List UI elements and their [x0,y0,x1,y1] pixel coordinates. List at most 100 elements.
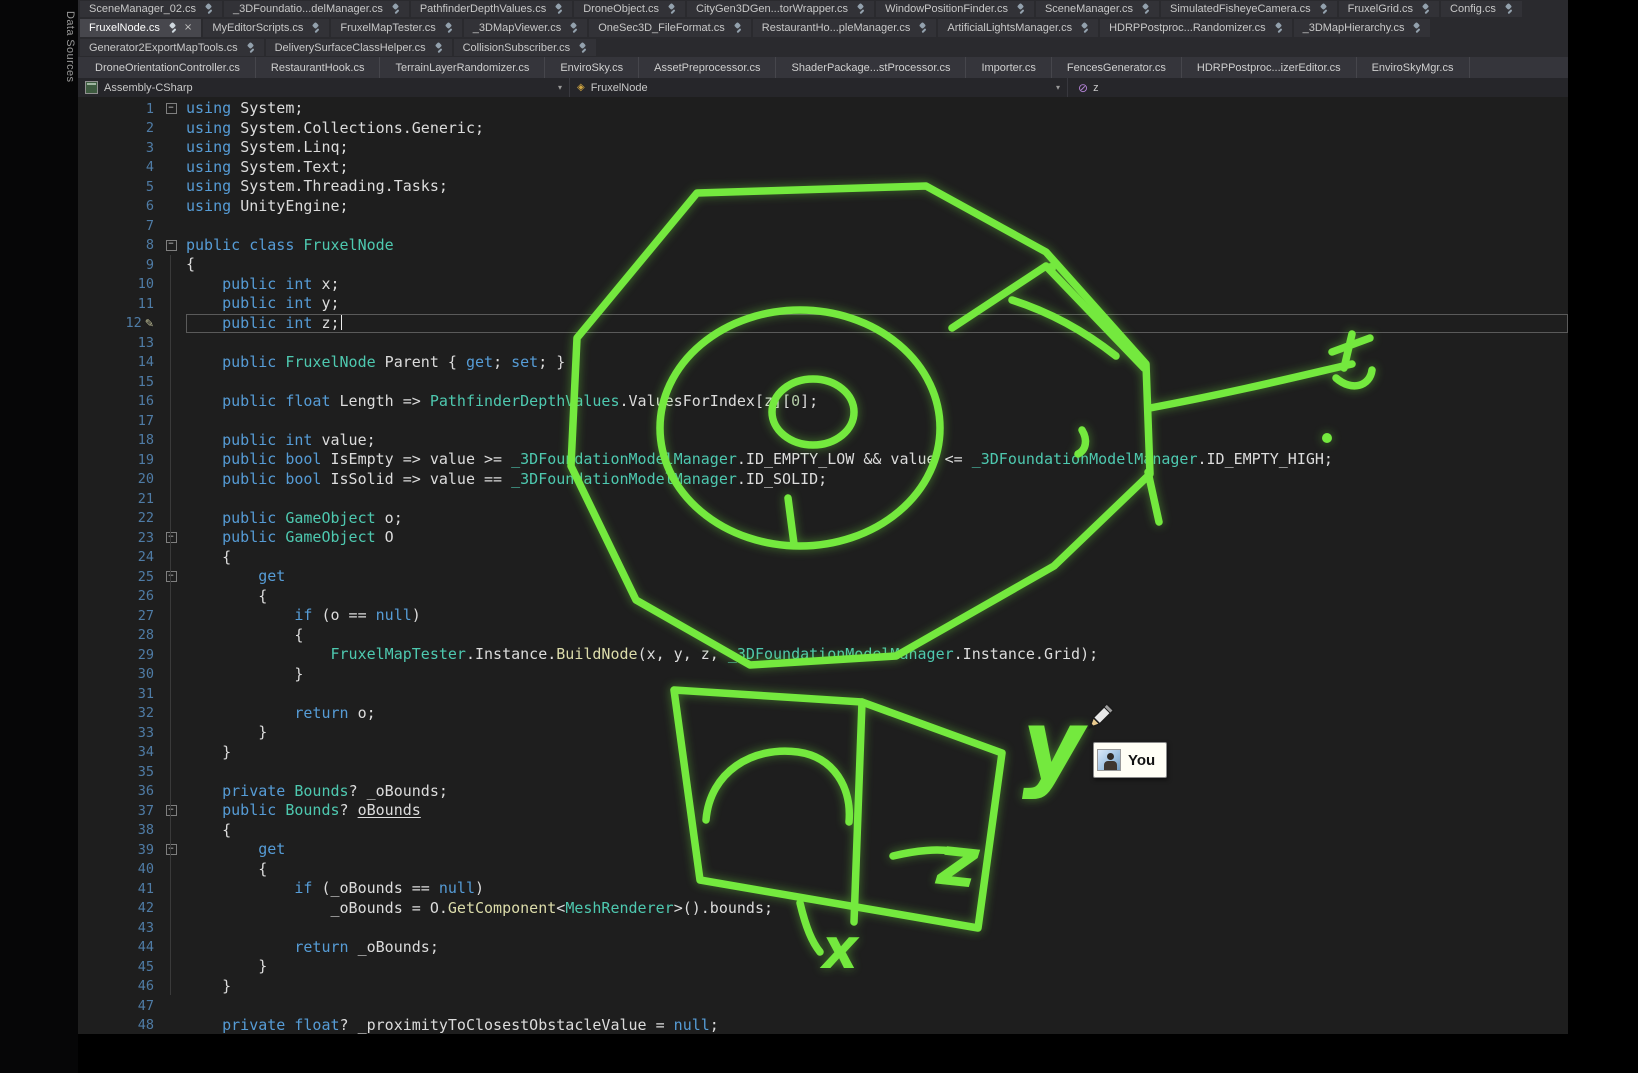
pin-icon[interactable] [1411,22,1421,34]
code-line-8[interactable]: 8public class FruxelNode [78,236,1568,256]
tab-collisionsubscriber-cs[interactable]: CollisionSubscriber.cs [454,39,597,56]
tab-droneobject-cs[interactable]: DroneObject.cs [574,1,685,17]
fold-gutter[interactable] [156,571,186,582]
collapse-icon[interactable] [166,571,177,582]
type-dropdown[interactable]: ◈ FruxelNode ▾ [570,78,1068,97]
code-line-30[interactable]: 30 } [78,665,1568,685]
fold-gutter[interactable] [156,844,186,855]
pin-icon[interactable] [732,22,742,34]
pin-icon[interactable] [1079,22,1089,34]
code-line-39[interactable]: 39 get [78,840,1568,860]
code-line-6[interactable]: 6using UnityEngine; [78,197,1568,217]
code-line-26[interactable]: 26 { [78,587,1568,607]
member-dropdown[interactable]: ⊘ z [1068,78,1109,97]
pin-icon[interactable] [245,42,255,54]
tab-importer-cs[interactable]: Importer.cs [966,57,1051,78]
tab-fruxelgrid-cs[interactable]: FruxelGrid.cs [1339,1,1439,17]
code-line-10[interactable]: 10 public int x; [78,275,1568,295]
code-line-28[interactable]: 28 { [78,626,1568,646]
code-line-25[interactable]: 25 get [78,567,1568,587]
tab-generator2exportmaptools-cs[interactable]: Generator2ExportMapTools.cs [80,39,264,56]
pin-icon[interactable] [666,3,676,15]
data-sources-side-tab[interactable]: Data Sources [53,5,76,151]
tab-assetpreprocessor-cs[interactable]: AssetPreprocessor.cs [639,57,776,78]
code-line-48[interactable]: 48 private float? _proximityToClosestObs… [78,1016,1568,1035]
tab-enviroskymgr-cs[interactable]: EnviroSkyMgr.cs [1357,57,1470,78]
code-line-35[interactable]: 35 [78,762,1568,782]
code-line-7[interactable]: 7 [78,216,1568,236]
tab-config-cs[interactable]: Config.cs [1441,1,1522,17]
pin-icon[interactable] [1015,3,1025,15]
code-line-14[interactable]: 14 public FruxelNode Parent { get; set; … [78,353,1568,373]
pin-icon[interactable] [1140,3,1150,15]
code-line-47[interactable]: 47 [78,996,1568,1016]
pin-icon[interactable] [568,22,578,34]
pin-icon[interactable] [443,22,453,34]
tab-restauranthook-cs[interactable]: RestaurantHook.cs [256,57,381,78]
code-line-32[interactable]: 32 return o; [78,704,1568,724]
tab-hdrppostproc-randomizer-cs[interactable]: HDRPPostproc...Randomizer.cs [1100,19,1292,37]
code-line-12[interactable]: 12✎ public int z; [78,314,1568,334]
fold-gutter[interactable] [156,240,186,251]
code-line-34[interactable]: 34 } [78,743,1568,763]
code-line-13[interactable]: 13 [78,333,1568,353]
code-line-2[interactable]: 2using System.Collections.Generic; [78,119,1568,139]
tab--3dmaphierarchy-cs[interactable]: _3DMapHierarchy.cs [1294,19,1431,37]
pin-icon[interactable] [577,42,587,54]
code-line-38[interactable]: 38 { [78,821,1568,841]
code-line-5[interactable]: 5using System.Threading.Tasks; [78,177,1568,197]
tab-hdrppostproc-izereditor-cs[interactable]: HDRPPostproc...izerEditor.cs [1182,57,1357,78]
collapse-icon[interactable] [166,532,177,543]
tab-fruxelmaptester-cs[interactable]: FruxelMapTester.cs [331,19,461,37]
code-line-15[interactable]: 15 [78,372,1568,392]
code-line-37[interactable]: 37 public Bounds? oBounds [78,801,1568,821]
tab--3dmapviewer-cs[interactable]: _3DMapViewer.cs [464,19,587,37]
code-line-1[interactable]: 1using System; [78,99,1568,119]
code-line-20[interactable]: 20 public bool IsSolid => value == _3DFo… [78,470,1568,490]
code-line-44[interactable]: 44 return _oBounds; [78,938,1568,958]
code-line-11[interactable]: 11 public int y; [78,294,1568,314]
code-editor[interactable]: 1using System;2using System.Collections.… [78,97,1568,1034]
pin-icon[interactable] [433,42,443,54]
tab--3dfoundatio-delmanager-cs[interactable]: _3DFoundatio...delManager.cs [224,1,409,17]
code-line-33[interactable]: 33 } [78,723,1568,743]
code-line-19[interactable]: 19 public bool IsEmpty => value >= _3DFo… [78,450,1568,470]
tab-onesec3d-fileformat-cs[interactable]: OneSec3D_FileFormat.cs [589,19,751,37]
code-line-22[interactable]: 22 public GameObject o; [78,509,1568,529]
tab-windowpositionfinder-cs[interactable]: WindowPositionFinder.cs [876,1,1034,17]
code-line-17[interactable]: 17 [78,411,1568,431]
pin-icon[interactable] [203,3,213,15]
code-line-29[interactable]: 29 FruxelMapTester.Instance.BuildNode(x,… [78,645,1568,665]
code-line-40[interactable]: 40 { [78,860,1568,880]
project-dropdown[interactable]: Assembly-CSharp ▾ [78,78,570,97]
code-line-16[interactable]: 16 public float Length => PathfinderDept… [78,392,1568,412]
code-line-36[interactable]: 36 private Bounds? _oBounds; [78,782,1568,802]
pin-icon[interactable] [310,22,320,34]
pin-icon[interactable] [855,3,865,15]
code-line-45[interactable]: 45 } [78,957,1568,977]
tab-myeditorscripts-cs[interactable]: MyEditorScripts.cs [203,19,329,37]
tab-artificiallightsmanager-cs[interactable]: ArtificialLightsManager.cs [938,19,1098,37]
code-line-18[interactable]: 18 public int value; [78,431,1568,451]
tab-droneorientationcontroller-cs[interactable]: DroneOrientationController.cs [80,57,256,78]
close-icon[interactable]: × [184,23,192,33]
tab-scenemanager-02-cs[interactable]: SceneManager_02.cs [80,1,222,17]
code-line-43[interactable]: 43 [78,918,1568,938]
pin-icon[interactable] [917,22,927,34]
code-line-46[interactable]: 46 } [78,977,1568,997]
code-line-31[interactable]: 31 [78,684,1568,704]
code-line-4[interactable]: 4using System.Text; [78,158,1568,178]
fold-gutter[interactable] [156,805,186,816]
code-line-9[interactable]: 9{ [78,255,1568,275]
tab-deliverysurfaceclasshelper-cs[interactable]: DeliverySurfaceClassHelper.cs [266,39,452,56]
tab-shaderpackage-stprocessor-cs[interactable]: ShaderPackage...stProcessor.cs [776,57,966,78]
code-line-41[interactable]: 41 if (_oBounds == null) [78,879,1568,899]
code-line-3[interactable]: 3using System.Linq; [78,138,1568,158]
tab-citygen3dgen-torwrapper-cs[interactable]: CityGen3DGen...torWrapper.cs [687,1,874,17]
fold-gutter[interactable] [156,532,186,543]
collapse-icon[interactable] [166,103,177,114]
pin-icon[interactable] [1503,3,1513,15]
code-line-21[interactable]: 21 [78,489,1568,509]
tab-terrainlayerrandomizer-cs[interactable]: TerrainLayerRandomizer.cs [380,57,545,78]
pin-icon[interactable] [390,3,400,15]
